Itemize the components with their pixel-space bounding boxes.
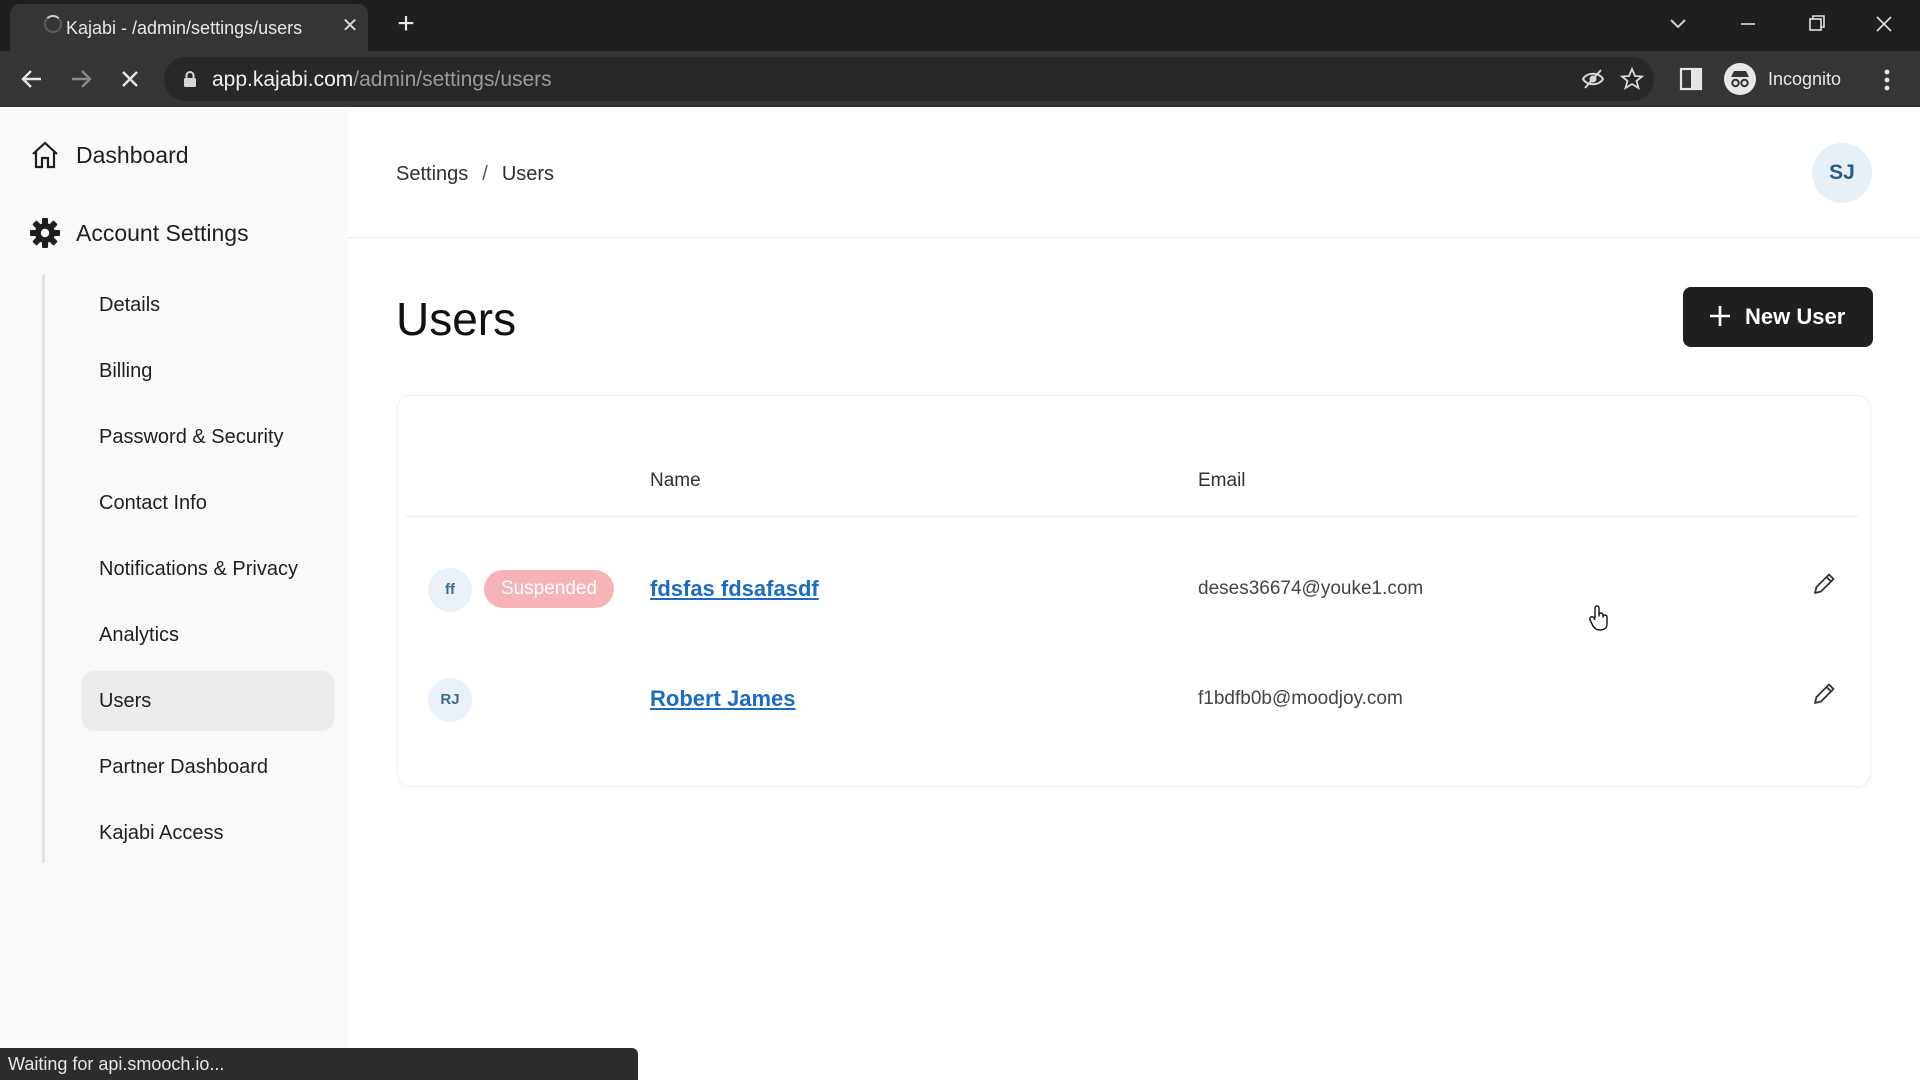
new-user-label: New User [1745, 304, 1846, 329]
browser-tab-bar: Kajabi - /admin/settings/users ✕ + [0, 0, 1920, 51]
sidebar-item-contact-info[interactable]: Contact Info [82, 473, 334, 533]
users-table: Name Email ff Suspended fdsfas fdsafasdf… [397, 395, 1871, 787]
breadcrumb-separator: / [482, 163, 488, 185]
incognito-label: Incognito [1768, 69, 1842, 89]
sidebar-item-analytics[interactable]: Analytics [82, 605, 334, 665]
status-text: Waiting for api.smooch.io... [8, 1054, 225, 1074]
address-bar[interactable]: app.kajabi.com/admin/settings/users [164, 57, 1654, 101]
sidebar-item-label: Password & Security [99, 426, 284, 448]
user-email: deses36674@youke1.com [1198, 578, 1424, 599]
column-header-name: Name [650, 470, 701, 491]
sidebar-item-label: Partner Dashboard [99, 756, 268, 778]
sidebar-item-label: Kajabi Access [99, 822, 224, 844]
new-tab-icon[interactable]: + [392, 9, 420, 39]
sidebar-item-partner-dashboard[interactable]: Partner Dashboard [82, 737, 334, 797]
close-window-icon[interactable] [1866, 8, 1902, 40]
breadcrumb-settings-link[interactable]: Settings [396, 163, 468, 185]
sidebar-item-label: Notifications & Privacy [99, 558, 298, 580]
tab-search-chevron-icon[interactable] [1660, 8, 1696, 40]
dashboard-label: Dashboard [76, 141, 189, 168]
user-name-link[interactable]: fdsfas fdsafasdf [650, 576, 819, 602]
sidebar-item-details[interactable]: Details [82, 275, 334, 335]
sidebar-item-label: Billing [99, 360, 153, 382]
sidebar-item-label: Details [99, 294, 161, 316]
minimize-icon[interactable] [1730, 8, 1766, 40]
url-text: app.kajabi.com/admin/settings/users [212, 68, 552, 91]
browser-toolbar: app.kajabi.com/admin/settings/users Inco… [0, 51, 1920, 107]
loading-spinner-icon [44, 15, 62, 33]
breadcrumb-current: Users [501, 163, 555, 185]
sidebar-item-users[interactable]: Users [82, 671, 334, 731]
account-settings-label: Account Settings [76, 219, 249, 246]
sidebar-item-label: Contact Info [99, 492, 207, 514]
user-name-link[interactable]: Robert James [650, 686, 796, 712]
sidebar-dashboard-link[interactable]: Dashboard [28, 135, 189, 175]
page-title: Users [396, 293, 517, 345]
plus-icon [1710, 306, 1730, 326]
side-panel-icon[interactable] [1677, 65, 1705, 93]
sidebar-item-notifications-privacy[interactable]: Notifications & Privacy [82, 539, 334, 599]
sidebar-account-settings[interactable]: Account Settings [28, 213, 249, 253]
sidebar-item-kajabi-access[interactable]: Kajabi Access [82, 803, 334, 863]
breadcrumb: Settings / Users [396, 163, 554, 186]
new-user-button[interactable]: New User [1683, 287, 1873, 347]
bookmark-star-icon[interactable] [1619, 66, 1645, 92]
user-avatar[interactable]: SJ [1812, 143, 1872, 203]
close-tab-icon[interactable]: ✕ [338, 14, 362, 38]
sidebar-item-password-security[interactable]: Password & Security [82, 407, 334, 467]
forward-arrow-icon[interactable] [63, 61, 99, 97]
stop-loading-icon[interactable] [112, 61, 148, 97]
status-badge: Suspended [484, 570, 614, 608]
table-row: RJ Robert James f1bdfb0b@moodjoy.com [398, 662, 1872, 752]
incognito-profile-button[interactable]: Incognito [1720, 59, 1860, 99]
eye-slash-icon[interactable] [1580, 66, 1606, 92]
tab-title: Kajabi - /admin/settings/users [66, 18, 303, 38]
pencil-icon[interactable] [1810, 680, 1838, 708]
home-icon [32, 141, 58, 169]
sidebar-item-label: Users [99, 690, 152, 712]
sidebar-item-label: Analytics [99, 624, 180, 646]
user-email: f1bdfb0b@moodjoy.com [1198, 688, 1403, 709]
settings-sidebar: Dashboard Account Settings Details Billi… [0, 107, 348, 1080]
sidebar-rail [42, 275, 45, 863]
incognito-icon [1724, 63, 1756, 95]
table-row: ff Suspended fdsfas fdsafasdf deses36674… [398, 552, 1872, 642]
sidebar-item-billing[interactable]: Billing [82, 341, 334, 401]
table-header-divider [406, 516, 1858, 517]
column-header-email: Email [1198, 470, 1246, 491]
browser-menu-icon[interactable] [1872, 65, 1902, 95]
restore-icon[interactable] [1798, 8, 1834, 40]
gear-icon [30, 218, 60, 248]
hand-cursor-icon [1589, 605, 1608, 631]
browser-status-bar: Waiting for api.smooch.io... [0, 1048, 638, 1080]
back-arrow-icon[interactable] [14, 61, 50, 97]
page-header: Settings / Users SJ [348, 107, 1920, 238]
lock-icon[interactable] [180, 69, 200, 89]
pencil-icon[interactable] [1810, 570, 1838, 598]
browser-tab[interactable]: Kajabi - /admin/settings/users ✕ [10, 4, 368, 51]
user-initials-avatar: ff [428, 568, 472, 612]
user-initials-avatar: RJ [428, 678, 472, 722]
